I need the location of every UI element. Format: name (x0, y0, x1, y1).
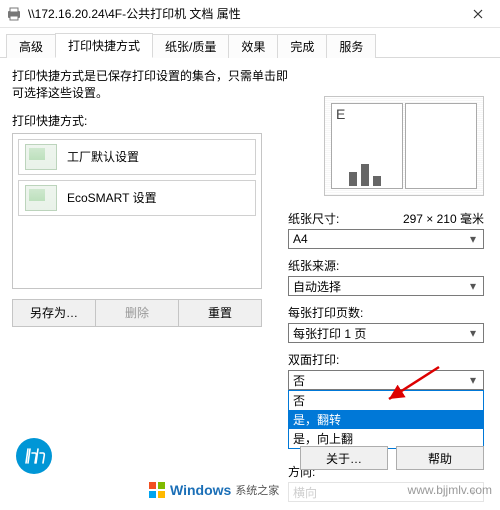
tab-paper-quality[interactable]: 纸张/质量 (152, 34, 229, 58)
tab-effects[interactable]: 效果 (228, 34, 278, 58)
tab-strip: 高级 打印快捷方式 纸张/质量 效果 完成 服务 (0, 28, 500, 58)
about-button[interactable]: 关于… (300, 446, 388, 470)
window-title: \\172.16.20.24\4F-公共打印机 文档 属性 (28, 5, 456, 22)
chart-icon (347, 158, 387, 188)
paper-size-value: A4 (293, 232, 308, 246)
preview-page: E (331, 103, 403, 189)
windows-icon (148, 481, 166, 499)
tab-service[interactable]: 服务 (326, 34, 376, 58)
paper-source-select[interactable]: 自动选择 ▾ (288, 276, 484, 296)
watermark-brand: Windows (170, 482, 231, 498)
paper-source-value: 自动选择 (293, 278, 341, 295)
shortcut-thumb-icon (25, 144, 57, 170)
pages-per-sheet-value: 每张打印 1 页 (293, 325, 366, 342)
chevron-down-icon: ▾ (465, 372, 481, 388)
watermark-url: www.bjjmlv.com (408, 483, 492, 497)
shortcut-list[interactable]: 工厂默认设置 EcoSMART 设置 (12, 133, 262, 289)
list-item[interactable]: 工厂默认设置 (18, 139, 256, 175)
chevron-down-icon: ▾ (465, 325, 481, 341)
preview-letter: E (336, 106, 345, 122)
field-paper-source: 纸张来源: 自动选择 ▾ (288, 257, 484, 296)
shortcut-name: EcoSMART 设置 (67, 189, 157, 206)
dialog-window: \\172.16.20.24\4F-公共打印机 文档 属性 高级 打印快捷方式 … (0, 0, 500, 333)
duplex-option-no[interactable]: 否 (289, 391, 483, 410)
shortcut-name: 工厂默认设置 (67, 148, 139, 165)
tab-advanced[interactable]: 高级 (6, 34, 56, 58)
tab-finish[interactable]: 完成 (277, 34, 327, 58)
preview-page (405, 103, 477, 189)
paper-size-label: 纸张尺寸: (288, 210, 339, 227)
paper-source-label: 纸张来源: (288, 257, 339, 274)
page-preview: E (324, 96, 484, 196)
shortcut-thumb-icon (25, 185, 57, 211)
duplex-label: 双面打印: (288, 351, 339, 368)
chevron-down-icon: ▾ (465, 231, 481, 247)
shortcut-button-row: 另存为… 删除 重置 (12, 299, 262, 327)
footer-buttons: 关于… 帮助 (300, 446, 484, 470)
list-item[interactable]: EcoSMART 设置 (18, 180, 256, 216)
duplex-select[interactable]: 否 ▾ (288, 370, 484, 390)
saveas-button[interactable]: 另存为… (13, 300, 96, 326)
hp-logo (16, 438, 52, 474)
duplex-value: 否 (293, 372, 305, 389)
watermark-logo: Windows 系统之家 (148, 481, 279, 499)
pages-per-sheet-select[interactable]: 每张打印 1 页 ▾ (288, 323, 484, 343)
field-paper-size: 纸张尺寸: 297 × 210 毫米 A4 ▾ (288, 210, 484, 249)
printer-icon (6, 6, 22, 22)
chevron-down-icon: ▾ (465, 278, 481, 294)
field-pages-per-sheet: 每张打印页数: 每张打印 1 页 ▾ (288, 304, 484, 343)
tab-shortcuts[interactable]: 打印快捷方式 (55, 33, 153, 58)
paper-size-dimensions: 297 × 210 毫米 (403, 210, 484, 227)
watermark-bar: Windows 系统之家 www.bjjmlv.com (0, 478, 500, 502)
reset-button[interactable]: 重置 (179, 300, 261, 326)
titlebar: \\172.16.20.24\4F-公共打印机 文档 属性 (0, 0, 500, 28)
watermark-subbrand: 系统之家 (235, 482, 279, 498)
duplex-option-flip[interactable]: 是，翻转 (289, 410, 483, 429)
pages-per-sheet-label: 每张打印页数: (288, 304, 363, 321)
field-duplex: 双面打印: 否 ▾ 否 是，翻转 是，向上翻 (288, 351, 484, 449)
close-button[interactable] (456, 0, 500, 28)
duplex-dropdown[interactable]: 否 是，翻转 是，向上翻 (288, 390, 484, 449)
delete-button: 删除 (96, 300, 179, 326)
paper-size-select[interactable]: A4 ▾ (288, 229, 484, 249)
tab-content: 打印快捷方式是已保存打印设置的集合，只需单击即可选择这些设置。 打印快捷方式: … (0, 58, 500, 333)
help-button[interactable]: 帮助 (396, 446, 484, 470)
